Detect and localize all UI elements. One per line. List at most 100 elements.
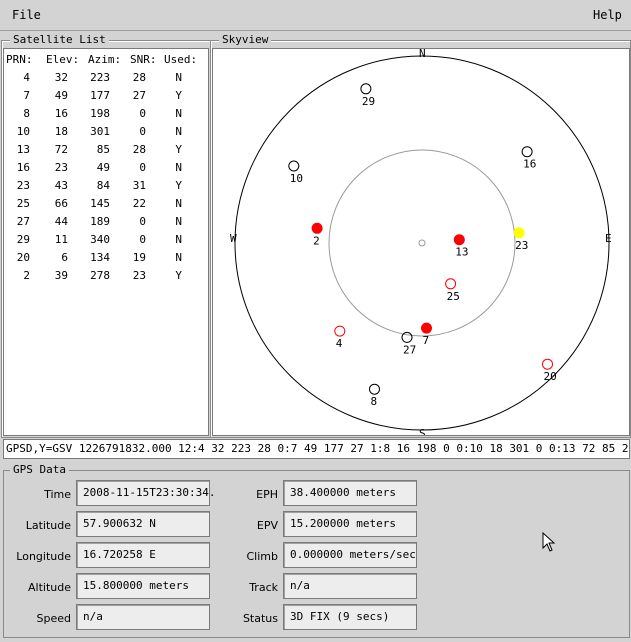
cell-azim: 301 xyxy=(90,125,110,138)
file-menu-label: File xyxy=(12,8,41,22)
cell-prn: 10 xyxy=(16,125,30,138)
cell-used: N xyxy=(175,107,182,120)
latitude-value: 57.900632 N xyxy=(83,517,156,530)
cell-used: Y xyxy=(175,89,182,102)
gsv-sentence-display: GPSD,Y=GSV 1226791832.000 12:4 32 223 28… xyxy=(3,439,630,459)
table-row[interactable]: 16 23 49 0 N xyxy=(4,159,208,177)
table-row[interactable]: 7 49 177 27 Y xyxy=(4,87,208,105)
cell-azim: 198 xyxy=(90,107,110,120)
cell-prn: 25 xyxy=(16,197,30,210)
cell-elev: 39 xyxy=(54,269,68,282)
satellite-marker-16 xyxy=(521,146,533,158)
satellite-marker-25 xyxy=(445,278,457,290)
satellite-list[interactable]: PRN: Elev: Azim: SNR: Used: 4 32 223 28 N 7 49… xyxy=(3,48,209,436)
cell-prn: 29 xyxy=(16,233,30,246)
cell-used: N xyxy=(175,161,182,174)
satellite-marker-10 xyxy=(288,160,300,172)
file-menu[interactable]: File xyxy=(12,8,41,22)
satellite-marker-20 xyxy=(542,358,553,370)
latitude-label: Latitude xyxy=(25,519,71,532)
cell-azim: 85 xyxy=(96,143,110,156)
mouse-pointer-icon xyxy=(542,532,556,552)
header-snr: SNR: xyxy=(130,53,157,66)
gps-data-title: GPS Data xyxy=(10,464,69,476)
skyview-panel: N S E W 29 16 10 2 13 23 25 4 27 7 20 8 xyxy=(212,47,630,440)
cell-prn: 16 xyxy=(16,161,30,174)
table-row[interactable]: 10 18 301 0 N xyxy=(4,123,208,141)
status-label: Status xyxy=(242,612,278,625)
cell-snr: 19 xyxy=(132,251,146,264)
satellite-label-25: 25 xyxy=(447,290,460,303)
cell-prn: 7 xyxy=(23,89,30,102)
help-menu[interactable]: Help xyxy=(593,8,622,22)
table-row[interactable]: 2 39 278 23 Y xyxy=(4,267,208,285)
cell-elev: 66 xyxy=(54,197,68,210)
satellite-label-2: 2 xyxy=(313,234,320,247)
satellite-marker-2 xyxy=(311,222,323,234)
satellite-label-29: 29 xyxy=(362,95,375,108)
satellite-label-27: 27 xyxy=(403,343,416,356)
climb-field: 0.000000 meters/sec xyxy=(283,542,417,568)
satellite-label-23: 23 xyxy=(515,239,528,252)
table-row[interactable]: 25 66 145 22 N xyxy=(4,195,208,213)
status-field: 3D FIX (9 secs) xyxy=(283,604,417,630)
cell-snr: 0 xyxy=(139,107,146,120)
gsv-sentence-text: GPSD,Y=GSV 1226791832.000 12:4 32 223 28… xyxy=(6,442,630,455)
cell-azim: 278 xyxy=(90,269,110,282)
altitude-value: 15.800000 meters xyxy=(83,579,189,592)
cell-prn: 13 xyxy=(16,143,30,156)
cell-elev: 16 xyxy=(54,107,68,120)
cell-snr: 22 xyxy=(132,197,146,210)
compass-south: S xyxy=(419,427,426,435)
satellite-marker-23 xyxy=(513,227,525,239)
cell-prn: 20 xyxy=(16,251,30,264)
latitude-field: 57.900632 N xyxy=(76,511,210,537)
altitude-field: 15.800000 meters xyxy=(76,573,210,599)
compass-west: W xyxy=(230,232,237,245)
epv-label: EPV xyxy=(256,519,278,532)
cell-snr: 0 xyxy=(139,161,146,174)
cell-used: Y xyxy=(175,179,182,192)
cell-azim: 145 xyxy=(90,197,110,210)
table-row[interactable]: 13 72 85 28 Y xyxy=(4,141,208,159)
satellite-list-header: PRN: Elev: Azim: SNR: Used: xyxy=(4,51,208,69)
cell-snr: 27 xyxy=(132,89,146,102)
header-azim: Azim: xyxy=(88,53,122,66)
longitude-field: 16.720258 E xyxy=(76,542,210,568)
table-row[interactable]: 23 43 84 31 Y xyxy=(4,177,208,195)
satellite-marker-7 xyxy=(421,322,432,334)
cell-snr: 0 xyxy=(139,125,146,138)
header-used: Used: xyxy=(164,53,198,66)
climb-label: Climb xyxy=(246,550,279,563)
speed-value: n/a xyxy=(83,610,103,623)
table-row[interactable]: 20 6 134 19 N xyxy=(4,249,208,267)
help-menu-label: Help xyxy=(593,8,622,22)
satellite-label-10: 10 xyxy=(290,172,303,185)
cell-used: Y xyxy=(175,143,182,156)
satellite-label-8: 8 xyxy=(371,395,378,408)
cell-prn: 2 xyxy=(23,269,30,282)
table-row[interactable]: 29 11 340 0 N xyxy=(4,231,208,249)
cell-snr: 28 xyxy=(132,71,146,84)
time-value: 2008-11-15T23:30:34. xyxy=(83,486,216,499)
cell-elev: 44 xyxy=(54,215,68,228)
cell-elev: 18 xyxy=(54,125,68,138)
satellite-label-4: 4 xyxy=(336,337,343,350)
cell-elev: 11 xyxy=(54,233,68,246)
cell-used: N xyxy=(175,197,182,210)
header-prn: PRN: xyxy=(6,53,33,66)
longitude-value: 16.720258 E xyxy=(83,548,156,561)
table-row[interactable]: 4 32 223 28 N xyxy=(4,69,208,87)
cell-used: Y xyxy=(175,269,182,282)
altitude-label: Altitude xyxy=(28,581,71,594)
cell-elev: 32 xyxy=(54,71,68,84)
cell-prn: 23 xyxy=(16,179,30,192)
table-row[interactable]: 8 16 198 0 N xyxy=(4,105,208,123)
status-value: 3D FIX (9 secs) xyxy=(290,610,390,623)
track-value: n/a xyxy=(290,579,310,592)
table-row[interactable]: 27 44 189 0 N xyxy=(4,213,208,231)
satellite-marker-27 xyxy=(401,331,413,343)
elevation-45-circle xyxy=(328,149,516,337)
eph-field: 38.400000 meters xyxy=(283,480,417,506)
satellite-marker-29 xyxy=(360,83,372,95)
